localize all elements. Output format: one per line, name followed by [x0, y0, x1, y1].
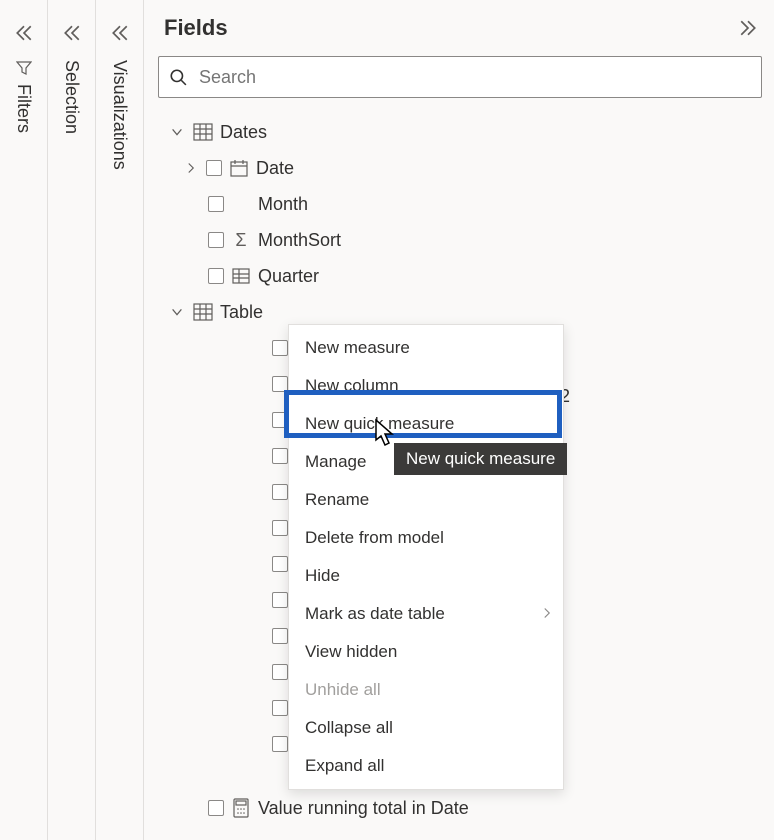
checkbox-hidden-3[interactable]	[272, 412, 288, 428]
sigma-icon: Σ	[230, 229, 252, 251]
menu-mark-as-date-table[interactable]: Mark as date table	[289, 595, 563, 633]
chevron-right-icon	[182, 159, 200, 177]
field-value-running-total-row[interactable]: Value running total in Date	[158, 790, 762, 826]
selection-rail: Selection	[48, 0, 96, 840]
collapse-fields-button[interactable]	[734, 14, 762, 42]
calculator-icon	[230, 797, 252, 819]
menu-rename[interactable]: Rename	[289, 481, 563, 519]
selection-pane-label[interactable]: Selection	[61, 60, 82, 134]
chevron-left-double-icon	[111, 24, 129, 42]
table-table-label: Table	[220, 302, 263, 323]
filter-icon	[16, 60, 32, 76]
table-dates-row[interactable]: Dates	[158, 114, 762, 150]
field-monthsort-label: MonthSort	[258, 230, 341, 251]
menu-hide[interactable]: Hide	[289, 557, 563, 595]
checkbox-hidden-1[interactable]	[272, 340, 288, 356]
collapse-selection-button[interactable]	[48, 18, 96, 48]
filters-rail: Filters	[0, 0, 48, 840]
menu-new-measure[interactable]: New measure	[289, 329, 563, 367]
checkbox-hidden-4[interactable]	[272, 448, 288, 464]
chevron-right-double-icon	[739, 19, 757, 37]
table-icon	[192, 121, 214, 143]
menu-new-quick-measure[interactable]: New quick measure	[289, 405, 563, 443]
checkbox-month[interactable]	[208, 196, 224, 212]
chevron-down-icon	[168, 303, 186, 321]
fields-header: Fields	[158, 0, 762, 56]
checkbox-value-running-total[interactable]	[208, 800, 224, 816]
checkbox-date[interactable]	[206, 160, 222, 176]
context-menu: New measure New column New quick measure…	[288, 324, 564, 790]
checkbox-hidden-10[interactable]	[272, 664, 288, 680]
field-value-running-total-label: Value running total in Date	[258, 798, 469, 819]
chevron-left-double-icon	[63, 24, 81, 42]
checkbox-hidden-9[interactable]	[272, 628, 288, 644]
field-quarter-label: Quarter	[258, 266, 319, 287]
chevron-right-icon	[541, 604, 553, 624]
menu-delete-from-model[interactable]: Delete from model	[289, 519, 563, 557]
field-quarter-row[interactable]: Quarter	[158, 258, 762, 294]
checkbox-hidden-8[interactable]	[272, 592, 288, 608]
table-dates-label: Dates	[220, 122, 267, 143]
search-input[interactable]	[197, 66, 751, 89]
checkbox-quarter[interactable]	[208, 268, 224, 284]
menu-collapse-all[interactable]: Collapse all	[289, 709, 563, 747]
visualizations-pane-label[interactable]: Visualizations	[109, 60, 130, 170]
checkbox-hidden-11[interactable]	[272, 700, 288, 716]
collapse-visualizations-button[interactable]	[96, 18, 144, 48]
checkbox-hidden-2[interactable]	[272, 376, 288, 392]
menu-unhide-all: Unhide all	[289, 671, 563, 709]
fields-title: Fields	[158, 15, 724, 41]
hierarchy-icon	[230, 265, 252, 287]
menu-view-hidden[interactable]: View hidden	[289, 633, 563, 671]
search-icon	[169, 68, 187, 86]
selection-label-text: Selection	[61, 60, 82, 134]
field-month-label: Month	[258, 194, 308, 215]
filters-label-text: Filters	[13, 84, 34, 133]
filters-pane-label[interactable]: Filters	[13, 60, 34, 133]
field-date-row[interactable]: Date	[158, 150, 762, 186]
calendar-icon	[228, 157, 250, 179]
checkbox-hidden-5[interactable]	[272, 484, 288, 500]
obscured-checkboxes	[272, 340, 288, 772]
checkbox-hidden-12[interactable]	[272, 736, 288, 752]
search-input-wrapper[interactable]	[158, 56, 762, 98]
menu-expand-all[interactable]: Expand all	[289, 747, 563, 785]
field-monthsort-row[interactable]: Σ MonthSort	[158, 222, 762, 258]
visualizations-rail: Visualizations	[96, 0, 144, 840]
collapse-filters-button[interactable]	[0, 18, 48, 48]
field-date-label: Date	[256, 158, 294, 179]
menu-new-column[interactable]: New column	[289, 367, 563, 405]
blank-icon	[230, 193, 252, 215]
visualizations-label-text: Visualizations	[109, 60, 130, 170]
chevron-down-icon	[168, 123, 186, 141]
checkbox-hidden-7[interactable]	[272, 556, 288, 572]
menu-manage[interactable]: Manage	[289, 443, 563, 481]
checkbox-monthsort[interactable]	[208, 232, 224, 248]
checkbox-hidden-6[interactable]	[272, 520, 288, 536]
field-month-row[interactable]: Month	[158, 186, 762, 222]
chevron-left-double-icon	[15, 24, 33, 42]
table-icon	[192, 301, 214, 323]
